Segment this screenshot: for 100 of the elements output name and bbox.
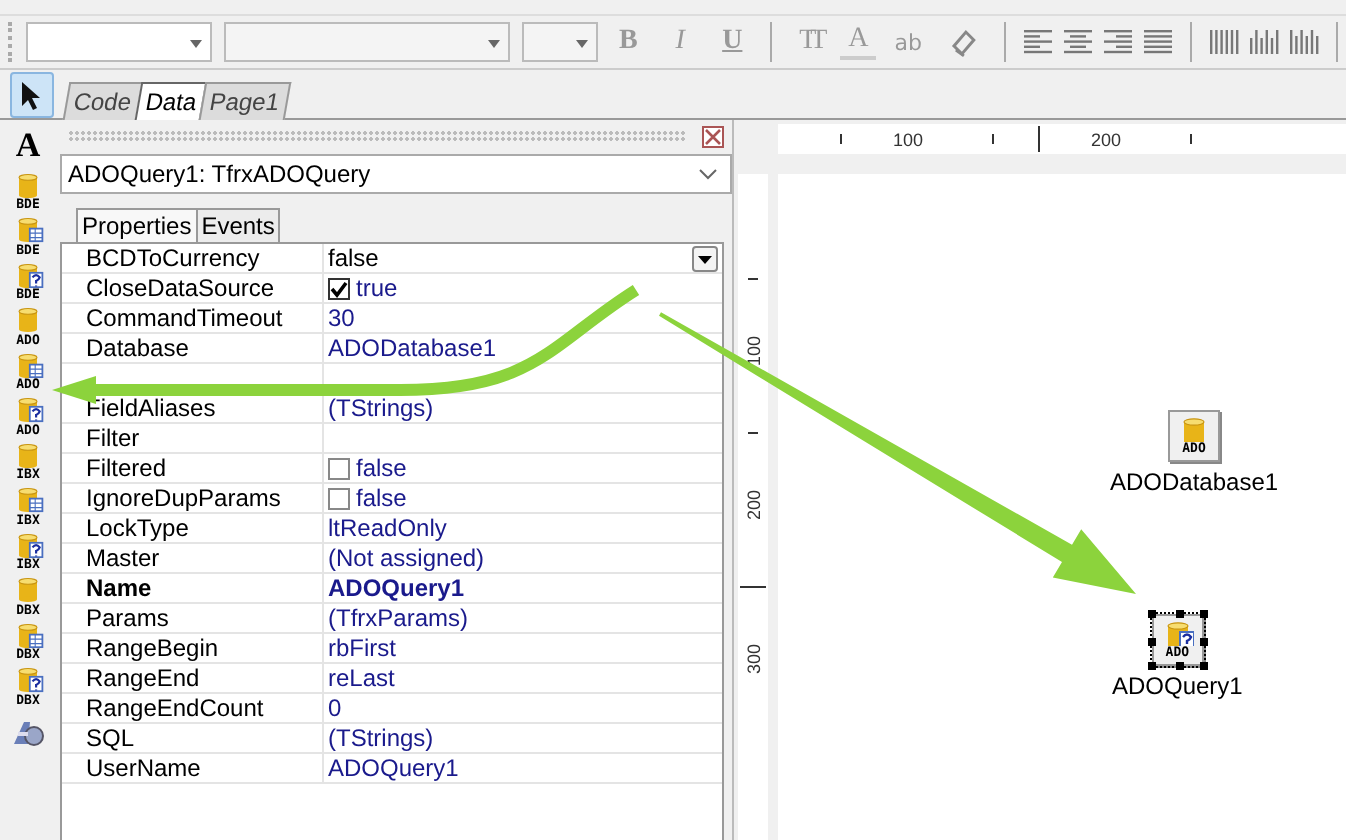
database-grid-icon xyxy=(12,621,44,648)
property-value[interactable]: false xyxy=(324,484,722,512)
property-row[interactable]: RangeEnd reLast xyxy=(62,664,722,694)
checkbox[interactable] xyxy=(328,457,350,479)
database-icon xyxy=(1178,416,1211,442)
database-grid-icon xyxy=(12,486,44,513)
property-value[interactable]: true xyxy=(324,274,722,302)
checkbox[interactable] xyxy=(328,277,350,299)
pointer-tool-button[interactable] xyxy=(10,72,54,118)
property-name: UserName xyxy=(62,754,324,782)
grip-handle[interactable] xyxy=(68,130,686,142)
ruler-label: 200 xyxy=(1088,129,1124,149)
database-query-icon xyxy=(1161,620,1194,646)
property-row[interactable]: CloseDataSource true xyxy=(62,274,722,304)
inspector-tab[interactable]: Properties xyxy=(76,208,198,242)
align-center-icon[interactable] xyxy=(1062,26,1095,58)
property-row[interactable]: SQL (TStrings) xyxy=(62,724,722,754)
database-query-icon xyxy=(12,531,44,558)
checkbox[interactable] xyxy=(328,487,350,509)
ruler-label: 100 xyxy=(743,332,763,370)
property-name: RangeEnd xyxy=(62,664,324,692)
property-value[interactable]: 0 xyxy=(324,694,722,722)
database-icon xyxy=(12,441,44,468)
database-icon xyxy=(12,306,44,333)
property-name: SQL xyxy=(62,724,324,752)
page-tab[interactable]: Page1 xyxy=(198,82,291,120)
object-combo[interactable]: ADOQuery1: TfrxADOQuery xyxy=(60,154,732,194)
property-row[interactable]: Filter xyxy=(62,424,722,454)
property-name: Filtered xyxy=(62,454,324,482)
property-value[interactable]: ltReadOnly xyxy=(324,514,722,542)
text-tool-button[interactable]: A xyxy=(6,124,50,169)
property-name: Master xyxy=(62,544,324,572)
property-value[interactable]: 30 xyxy=(324,304,722,332)
property-row[interactable]: Master (Not assigned) xyxy=(62,544,722,574)
selection-handle[interactable] xyxy=(1175,662,1184,670)
property-row[interactable]: Filtered false xyxy=(62,454,722,484)
property-value[interactable]: (Not assigned) xyxy=(324,544,722,572)
align-left-icon[interactable] xyxy=(1022,26,1055,58)
property-name: RangeEndCount xyxy=(62,694,324,722)
database-grid-icon xyxy=(12,216,44,243)
property-name: CloseDataSource xyxy=(62,274,324,302)
property-name: BCDToCurrency xyxy=(62,244,324,272)
inspector-tab[interactable]: Events xyxy=(195,208,281,242)
ruler-label: 300 xyxy=(743,640,763,678)
property-name: Params xyxy=(62,604,324,632)
align-right-icon[interactable] xyxy=(1102,26,1135,58)
property-value[interactable]: (TfrxParams) xyxy=(324,604,722,632)
property-value[interactable]: ADOQuery1 xyxy=(324,754,722,782)
close-icon[interactable] xyxy=(702,125,724,147)
ruler-label: 200 xyxy=(743,486,763,524)
database-icon xyxy=(12,171,44,198)
component-label: ADOQuery1 xyxy=(1112,672,1243,700)
chevron-down-icon xyxy=(698,168,718,180)
vertical-bars-icon[interactable] xyxy=(1208,26,1241,58)
selection-handle[interactable] xyxy=(1147,610,1156,618)
database-query-icon xyxy=(12,261,44,288)
property-row[interactable]: Name ADOQuery1 xyxy=(62,574,722,604)
property-name: IgnoreDupParams xyxy=(62,484,324,512)
component-label: ADODatabase1 xyxy=(1110,468,1279,496)
property-row[interactable]: IgnoreDupParams false xyxy=(62,484,722,514)
property-name: Name xyxy=(62,574,324,602)
database-query-icon xyxy=(12,666,44,693)
database-icon xyxy=(12,576,44,603)
selection-handle[interactable] xyxy=(1175,610,1184,618)
property-value[interactable]: reLast xyxy=(324,664,722,692)
selection-handle[interactable] xyxy=(1199,662,1208,670)
dropdown-button[interactable] xyxy=(692,246,718,272)
property-name: CommandTimeout xyxy=(62,304,324,332)
property-value[interactable]: false xyxy=(324,454,722,482)
selection-handle[interactable] xyxy=(1147,662,1156,670)
value-text: true xyxy=(356,274,398,302)
object-name: ADOQuery1: TfrxADOQuery xyxy=(68,160,371,188)
selection-handle[interactable] xyxy=(1199,610,1208,618)
justify-icon[interactable] xyxy=(1142,26,1175,58)
property-value[interactable]: false xyxy=(324,244,722,272)
property-name: Filter xyxy=(62,424,324,452)
property-row[interactable]: RangeBegin rbFirst xyxy=(62,634,722,664)
property-value[interactable]: ADODatabase1 xyxy=(324,334,722,362)
property-value[interactable]: (TStrings) xyxy=(324,724,722,752)
property-row[interactable]: LockType ltReadOnly xyxy=(62,514,722,544)
selection-handle[interactable] xyxy=(1199,638,1208,646)
eraser-icon[interactable] xyxy=(948,26,981,58)
property-row[interactable]: UserName ADOQuery1 xyxy=(62,754,722,784)
vertical-bars-icon[interactable] xyxy=(1248,26,1281,58)
ruler-label: 100 xyxy=(890,129,926,149)
property-name: Database xyxy=(62,334,324,362)
property-name: RangeBegin xyxy=(62,634,324,662)
value-text: false xyxy=(356,484,407,512)
checkmark-icon xyxy=(330,279,348,297)
page-tab[interactable]: Code xyxy=(62,82,143,120)
property-row[interactable]: RangeEndCount 0 xyxy=(62,694,722,724)
vertical-bars-icon[interactable] xyxy=(1288,26,1321,58)
database-query-icon xyxy=(12,396,44,423)
property-row[interactable]: BCDToCurrency false xyxy=(62,244,722,274)
property-row[interactable]: Params (TfrxParams) xyxy=(62,604,722,634)
selection-handle[interactable] xyxy=(1147,638,1156,646)
property-value[interactable]: (TStrings) xyxy=(324,394,722,422)
property-value[interactable]: rbFirst xyxy=(324,634,722,662)
cursor-icon xyxy=(20,79,44,111)
property-value[interactable]: ADOQuery1 xyxy=(324,574,722,602)
